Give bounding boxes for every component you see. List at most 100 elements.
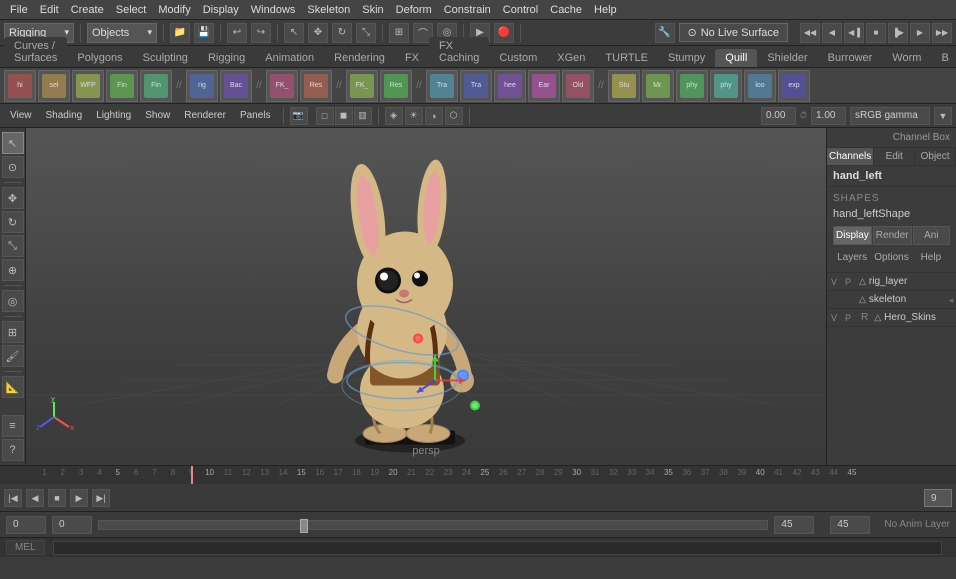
shelf-tab-shielder[interactable]: Shielder <box>757 49 817 67</box>
shelf-tab-turtle[interactable]: TURTLE <box>595 49 658 67</box>
shelf-icon-export[interactable]: exp <box>778 70 810 102</box>
layers-subtab[interactable]: Layers <box>833 249 871 266</box>
edit-tab[interactable]: Edit <box>874 148 915 165</box>
rotate-tool-icon[interactable]: ↻ <box>332 23 352 43</box>
measure-tool[interactable]: 📐 <box>2 376 24 398</box>
stop-icon[interactable]: ■ <box>866 23 886 43</box>
lasso-tool[interactable]: ⊙ <box>2 156 24 178</box>
channels-tab[interactable]: Channels <box>827 148 874 165</box>
frame-prev-icon[interactable]: ◀ <box>822 23 842 43</box>
shelf-tab-polygons[interactable]: Polygons <box>67 49 132 67</box>
timeline-playhead[interactable] <box>191 466 193 484</box>
lights-icon[interactable]: ☀ <box>405 107 423 125</box>
shelf-icon-rig_quill[interactable]: rig <box>186 70 218 102</box>
play-back-btn[interactable]: ◀ <box>26 489 44 507</box>
shelf-icon-fk_lhar[interactable]: FK_ <box>266 70 298 102</box>
move-tool-icon[interactable]: ✥ <box>308 23 328 43</box>
shelf-tab-quill[interactable]: Quill <box>715 49 757 67</box>
objects-dropdown[interactable]: Objects <box>87 23 157 43</box>
shelf-icon-sel_wfp[interactable]: WFP <box>72 70 104 102</box>
next-key-btn[interactable]: ▶| <box>92 489 110 507</box>
shelf-icon-hi[interactable]: hi <box>4 70 36 102</box>
frame-end-icon[interactable]: ▶▶ <box>932 23 952 43</box>
frame-back-icon[interactable]: ◀◀ <box>800 23 820 43</box>
start-frame-field[interactable]: 0 <box>6 516 46 534</box>
select-tool-icon[interactable]: ↖ <box>284 23 304 43</box>
select-tool[interactable]: ↖ <box>2 132 24 154</box>
menu-item-modify[interactable]: Modify <box>152 4 196 16</box>
ipr-icon[interactable]: 🔴 <box>494 23 514 43</box>
end-frame-field[interactable]: 45 <box>774 516 814 534</box>
shelf-icon-phylook[interactable]: loo <box>744 70 776 102</box>
live-surface-button[interactable]: ⊙ No Live Surface <box>679 23 788 42</box>
play-fwd-btn[interactable]: ▶ <box>70 489 88 507</box>
snap-grid-icon[interactable]: ⊞ <box>389 23 409 43</box>
shelf-tab-b[interactable]: B <box>931 49 956 67</box>
lighting-menu[interactable]: Lighting <box>90 108 137 123</box>
display-tab[interactable]: Display <box>833 226 872 245</box>
shelf-icon-earsold[interactable]: Old <box>562 70 594 102</box>
gamma-toggle-icon[interactable]: ▼ <box>934 107 952 125</box>
hero-render[interactable]: P <box>845 313 855 323</box>
undo-icon[interactable]: ↩ <box>227 23 247 43</box>
command-input[interactable] <box>53 541 942 555</box>
scale-tool-icon[interactable]: ⤡ <box>356 23 376 43</box>
range-slider[interactable] <box>98 520 768 530</box>
shelf-icon-studio_i[interactable]: Stu <box>608 70 640 102</box>
renderer-menu[interactable]: Renderer <box>178 108 232 123</box>
command-line[interactable] <box>45 541 950 555</box>
layer-rig[interactable]: V P △ rig_layer <box>827 273 956 291</box>
rig-visibility[interactable]: V <box>831 277 841 287</box>
menu-item-edit[interactable]: Edit <box>34 4 65 16</box>
shelf-icon-phy1[interactable]: phy <box>676 70 708 102</box>
range-slider-thumb[interactable] <box>300 519 308 533</box>
snap-tool[interactable]: ⊞ <box>2 321 24 343</box>
scale-tool[interactable]: ⤡ <box>2 235 24 257</box>
layer-hero-skins[interactable]: V P R △ Hero_Skins <box>827 309 956 327</box>
shelf-icon-select_ri[interactable]: sel <box>38 70 70 102</box>
universal-manip-tool[interactable]: ⊕ <box>2 259 24 281</box>
shelf-tab-rigging[interactable]: Rigging <box>198 49 255 67</box>
menu-item-constrain[interactable]: Constrain <box>438 4 497 16</box>
shelf-icon-fk_rhar[interactable]: FK_ <box>346 70 378 102</box>
redo-icon[interactable]: ↪ <box>251 23 271 43</box>
ani-tab[interactable]: Ani <box>913 226 950 245</box>
frame-next-icon[interactable]: ▶ <box>910 23 930 43</box>
shelf-icon-trans_sy[interactable]: Tra <box>426 70 458 102</box>
shelf-tab-xgen[interactable]: XGen <box>547 49 595 67</box>
time-field[interactable]: 0.00 <box>761 107 796 125</box>
hero-visibility[interactable]: V <box>831 313 841 323</box>
shelf-tab-sculpting[interactable]: Sculpting <box>133 49 198 67</box>
current-frame-display[interactable]: 9 <box>924 489 952 507</box>
shelf-icon-fingers[interactable]: Fin <box>106 70 138 102</box>
shelf-tab-fx[interactable]: FX <box>395 49 429 67</box>
ao-icon[interactable]: ⬡ <box>445 107 463 125</box>
mel-label[interactable]: MEL <box>6 540 45 555</box>
render-tab[interactable]: Render <box>873 226 912 245</box>
smooth-icon[interactable]: ◼ <box>335 107 353 125</box>
save-icon[interactable]: 💾 <box>194 23 214 43</box>
shelf-tab-burrower[interactable]: Burrower <box>818 49 883 67</box>
shelf-icon-fingers_sel_fing[interactable]: Fin <box>140 70 172 102</box>
shelf-icon-reset_r[interactable]: Res <box>380 70 412 102</box>
options-subtab[interactable]: Options <box>872 249 910 266</box>
shelf-tab-custom[interactable]: Custom <box>489 49 547 67</box>
play-forward-icon[interactable]: ▐▶ <box>888 23 908 43</box>
shelf-icon-ears[interactable]: Ear <box>528 70 560 102</box>
shelf-icon-heel_rol[interactable]: hee <box>494 70 526 102</box>
menu-item-skeleton[interactable]: Skeleton <box>301 4 356 16</box>
shelf-tab-worm[interactable]: Worm <box>882 49 931 67</box>
move-tool[interactable]: ✥ <box>2 187 24 209</box>
shelf-icon-backpack[interactable]: Bac <box>220 70 252 102</box>
panels-menu[interactable]: Panels <box>234 108 277 123</box>
shelf-tab-fx-caching[interactable]: FX Caching <box>429 37 489 67</box>
open-scene-icon[interactable]: 📁 <box>170 23 190 43</box>
options-tool[interactable]: ≡ <box>2 415 24 437</box>
menu-item-skin[interactable]: Skin <box>356 4 389 16</box>
menu-item-create[interactable]: Create <box>65 4 110 16</box>
shelf-icon-phy2[interactable]: phy <box>710 70 742 102</box>
play-back-icon[interactable]: ◀▐ <box>844 23 864 43</box>
shelf-icon-mr.-klee[interactable]: Mr. <box>642 70 674 102</box>
shelf-icon-reset_ll[interactable]: Res <box>300 70 332 102</box>
help-tool[interactable]: ? <box>2 439 24 461</box>
